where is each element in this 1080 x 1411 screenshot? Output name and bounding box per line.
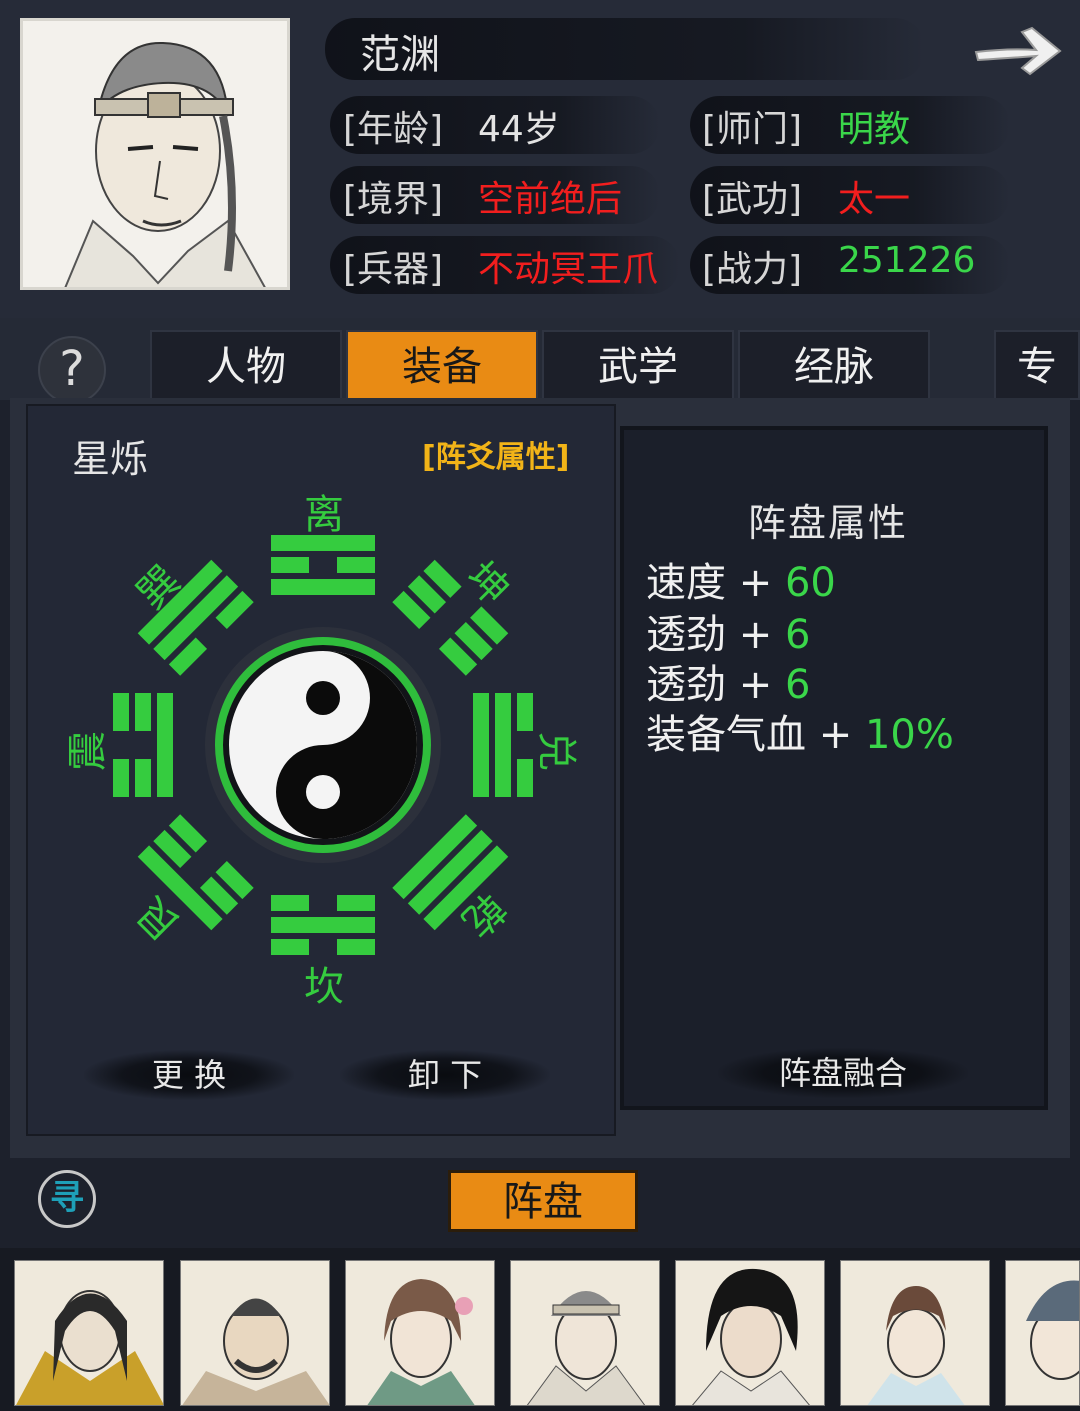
tab-equipment[interactable]: 装备 xyxy=(346,330,538,400)
roster-avatar[interactable] xyxy=(14,1260,164,1406)
roster-avatar[interactable] xyxy=(1005,1260,1080,1406)
yang-line xyxy=(271,917,375,933)
unequip-button[interactable]: 卸 下 xyxy=(340,1050,550,1100)
power-label: [战力] xyxy=(702,249,803,290)
martial-value: 太一 xyxy=(838,179,911,220)
attribute-row: 速度 + 60 xyxy=(646,550,836,608)
attribute-value: 60 xyxy=(784,560,836,606)
trigram-li: 离 xyxy=(304,492,344,538)
trigram-kan-symbol xyxy=(271,895,375,955)
trigram-li-symbol xyxy=(271,535,375,595)
trigram-kan: 坎 xyxy=(304,964,344,1010)
martial-label: [武功] xyxy=(702,179,803,220)
fuse-formation-button[interactable]: 阵盘融合 xyxy=(718,1048,968,1098)
attribute-name: 装备气血 xyxy=(646,712,806,758)
character-name: 范渊 xyxy=(360,32,440,78)
character-portrait xyxy=(20,18,290,290)
trigram-zhen-symbol xyxy=(113,693,173,797)
yin-line xyxy=(517,693,533,731)
change-button[interactable]: 更 换 xyxy=(84,1050,294,1100)
help-icon[interactable]: ? xyxy=(38,336,106,404)
attribute-value: 10% xyxy=(864,712,954,758)
yang-line xyxy=(157,693,173,797)
yin-line xyxy=(271,895,309,911)
yang-line xyxy=(473,693,489,797)
tab-formation[interactable]: 阵盘 xyxy=(448,1170,638,1232)
trigram-dui: 兑 xyxy=(533,731,579,771)
attribute-title: 阵盘属性 xyxy=(748,501,909,545)
tab-martial-arts[interactable]: 武学 xyxy=(542,330,734,400)
trigram-dui-symbol xyxy=(473,693,533,797)
sect-label: [师门] xyxy=(702,109,803,150)
realm-label: [境界] xyxy=(343,179,444,220)
bagua-diagram[interactable] xyxy=(40,470,610,1030)
sect-value: 明教 xyxy=(838,109,911,150)
roster-avatar[interactable] xyxy=(510,1260,660,1406)
seek-icon[interactable]: 寻 xyxy=(38,1170,96,1228)
yang-line xyxy=(271,579,375,595)
yin-line xyxy=(271,939,309,955)
yin-line xyxy=(135,693,151,731)
weapon-label: [兵器] xyxy=(343,249,444,290)
yin-line xyxy=(113,693,129,731)
roster-avatar[interactable] xyxy=(345,1260,495,1406)
yin-line xyxy=(113,759,129,797)
attribute-plus: + xyxy=(738,560,773,606)
realm-value: 空前绝后 xyxy=(478,179,623,220)
roster-avatar[interactable] xyxy=(840,1260,990,1406)
weapon-value: 不动冥王爪 xyxy=(478,249,659,290)
tab-special[interactable]: 专 xyxy=(994,330,1080,400)
attribute-plus: + xyxy=(818,712,853,758)
yin-line xyxy=(271,557,309,573)
yin-line xyxy=(337,895,375,911)
attribute-row: 装备气血 + 10% xyxy=(646,702,954,760)
yin-line xyxy=(135,759,151,797)
tab-meridians[interactable]: 经脉 xyxy=(738,330,930,400)
age-value: 44岁 xyxy=(478,109,560,150)
power-value: 251226 xyxy=(838,240,976,281)
tab-character[interactable]: 人物 xyxy=(150,330,342,400)
roster-avatar[interactable] xyxy=(180,1260,330,1406)
roster-avatar[interactable] xyxy=(675,1260,825,1406)
yang-line xyxy=(495,693,511,797)
yin-yang-icon xyxy=(229,651,417,839)
attribute-name: 速度 xyxy=(646,560,726,606)
age-label: [年龄] xyxy=(343,109,444,150)
trigram-zhen: 震 xyxy=(65,731,111,771)
next-arrow-icon[interactable] xyxy=(970,18,1066,82)
yin-line xyxy=(337,939,375,955)
yin-line xyxy=(337,557,375,573)
